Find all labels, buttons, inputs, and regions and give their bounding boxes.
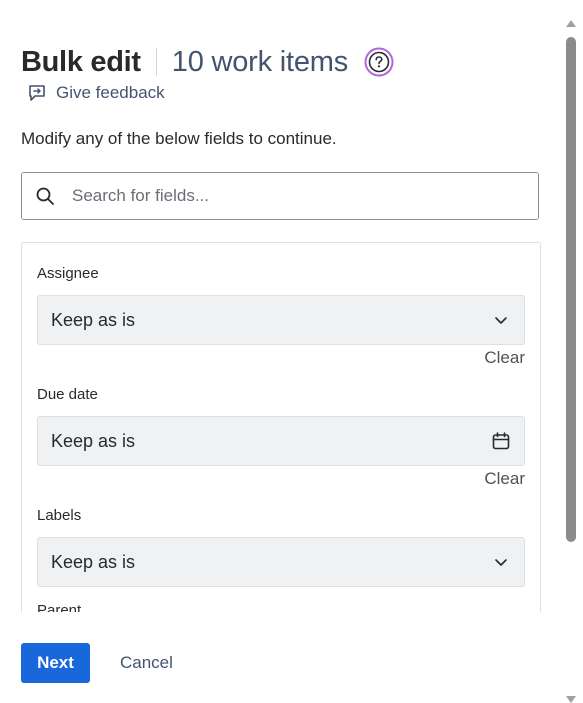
assignee-value: Keep as is	[51, 309, 136, 330]
dialog-header: Bulk edit 10 work items	[21, 44, 394, 80]
scrollbar-thumb[interactable]	[566, 37, 576, 542]
field-label-due-date: Due date	[37, 386, 98, 403]
next-button[interactable]: Next	[21, 643, 90, 683]
search-field	[21, 172, 539, 220]
dialog-footer: Next Cancel	[21, 643, 173, 683]
due-date-value: Keep as is	[51, 430, 136, 451]
give-feedback-label: Give feedback	[56, 83, 165, 102]
field-label-assignee: Assignee	[37, 265, 99, 282]
chevron-down-icon	[492, 553, 510, 571]
feedback-icon	[27, 83, 47, 103]
labels-value: Keep as is	[51, 551, 136, 572]
due-date-picker[interactable]: Keep as is	[37, 416, 525, 466]
chevron-down-icon	[492, 311, 510, 329]
search-icon	[35, 186, 55, 206]
field-label-labels: Labels	[37, 507, 82, 524]
dialog-description: Modify any of the below fields to contin…	[21, 129, 337, 148]
cancel-button[interactable]: Cancel	[120, 643, 173, 683]
bulk-edit-dialog: Bulk edit 10 work items Give feedback Mo…	[0, 0, 583, 703]
title-divider	[155, 48, 157, 76]
give-feedback-button[interactable]: Give feedback	[27, 82, 165, 104]
labels-select[interactable]: Keep as is	[37, 537, 525, 587]
due-date-clear-button[interactable]: Clear	[484, 469, 525, 489]
field-label-parent: Parent	[37, 602, 82, 612]
fields-list[interactable]: Assignee Keep as is Clear Due date Keep …	[21, 242, 541, 612]
dialog-title: Bulk edit	[21, 45, 141, 78]
search-input[interactable]	[70, 185, 514, 207]
assignee-select[interactable]: Keep as is	[37, 295, 525, 345]
calendar-icon[interactable]	[492, 432, 510, 450]
assignee-clear-button[interactable]: Clear	[484, 348, 525, 368]
scroll-down-arrow-icon[interactable]	[566, 696, 576, 703]
work-item-count: 10 work items	[171, 45, 349, 78]
question-circle-icon[interactable]	[364, 47, 394, 77]
scroll-up-arrow-icon[interactable]	[566, 20, 576, 27]
